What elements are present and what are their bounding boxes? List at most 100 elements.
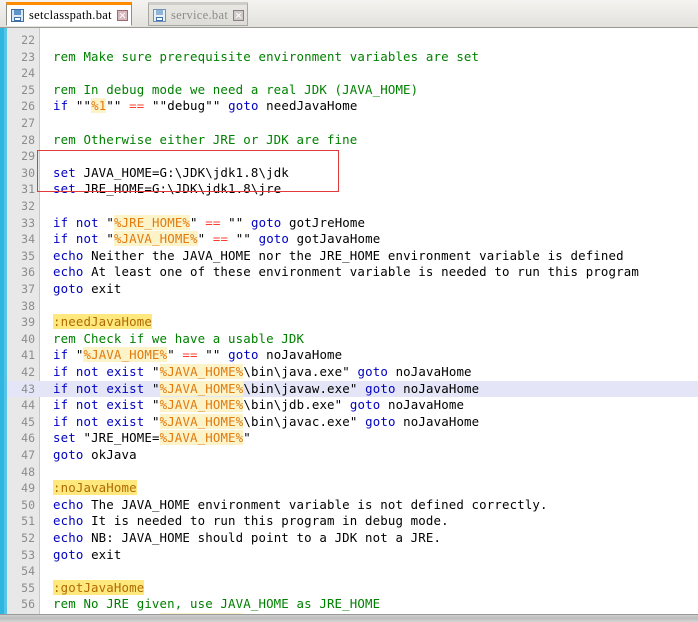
- code-line[interactable]: 35 echo Neither the JAVA_HOME nor the JRE…: [7, 248, 698, 265]
- code-line[interactable]: 29: [7, 148, 698, 165]
- code-line[interactable]: 52 echo NB: JAVA_HOME should point to a J…: [7, 530, 698, 547]
- code-line[interactable]: 47 goto okJava: [7, 447, 698, 464]
- code-line[interactable]: 43 if not exist "%JAVA_HOME%\bin\javaw.ex…: [7, 380, 698, 398]
- token-plain: ": [190, 214, 206, 230]
- token-kw: goto: [258, 231, 290, 247]
- token-kw: if: [53, 231, 69, 247]
- line-number: 26: [21, 99, 35, 114]
- code-text: echo At least one of these environment v…: [53, 264, 639, 281]
- code-line[interactable]: 51 echo It is needed to run this program …: [7, 513, 698, 530]
- token-op: ==: [205, 214, 221, 230]
- token-plain: noJavaHome: [387, 364, 472, 379]
- code-text: :needJavaHome: [53, 314, 152, 331]
- code-line[interactable]: 42 if not exist "%JAVA_HOME%\bin\java.exe…: [7, 364, 698, 381]
- code-line[interactable]: 44 if not exist "%JAVA_HOME%\bin\jdb.exe"…: [7, 397, 698, 414]
- code-line[interactable]: 56 rem No JRE given, use JAVA_HOME as JRE…: [7, 596, 698, 613]
- code-line[interactable]: 38: [7, 298, 698, 315]
- code-line[interactable]: 41 if "%JAVA_HOME%" == "" goto noJavaHome: [7, 347, 698, 364]
- code-editor[interactable]: 22 23 rem Make sure prerequisite environme…: [7, 28, 698, 614]
- code-line[interactable]: 45 if not exist "%JAVA_HOME%\bin\javac.ex…: [7, 413, 698, 431]
- code-line[interactable]: 25 rem In debug mode we need a real JDK (…: [7, 82, 698, 99]
- code-text: rem Check if we have a usable JDK: [53, 331, 304, 348]
- line-number: 45: [21, 414, 35, 429]
- token-kw: not: [75, 231, 99, 247]
- code-line[interactable]: 24: [7, 65, 698, 82]
- token-kw: goto: [228, 98, 259, 114]
- code-line[interactable]: 36 echo At least one of these environment…: [7, 264, 698, 281]
- token-kw: not: [75, 364, 99, 379]
- close-icon[interactable]: [233, 9, 245, 21]
- code-line[interactable]: 22: [7, 32, 698, 49]
- code-line[interactable]: 27: [7, 115, 698, 132]
- line-number: 32: [21, 199, 35, 213]
- token-plain: "": [68, 98, 92, 114]
- code-line[interactable]: 37 goto exit: [7, 281, 698, 298]
- token-kw: echo: [53, 496, 84, 512]
- code-line[interactable]: 55:gotJavaHome: [7, 579, 698, 597]
- horizontal-scrollbar[interactable]: [0, 614, 698, 622]
- token-kw: set: [53, 164, 76, 180]
- token-kw: goto: [228, 347, 259, 363]
- code-line[interactable]: 33 if not "%JRE_HOME%" == "" goto gotJreH…: [7, 214, 698, 232]
- tab-setclasspath-bat[interactable]: setclasspath.bat: [6, 2, 132, 26]
- code-line[interactable]: 46 set "JRE_HOME=%JAVA_HOME%": [7, 430, 698, 447]
- token-plain: "": [228, 231, 259, 247]
- token-plain: \bin\jdb.exe": [243, 397, 350, 413]
- token-kw: set: [53, 430, 76, 446]
- line-number: 53: [21, 547, 35, 562]
- line-number: 54: [21, 564, 35, 579]
- tab-service-bat[interactable]: service.bat: [148, 2, 249, 26]
- token-kw: echo: [53, 247, 84, 263]
- token-label: :needJavaHome: [53, 314, 152, 330]
- code-line[interactable]: 49:noJavaHome: [7, 480, 698, 497]
- code-text: :noJavaHome: [53, 480, 137, 497]
- code-line[interactable]: 34 if not "%JAVA_HOME%" == "" goto gotJav…: [7, 231, 698, 248]
- code-text: goto exit: [53, 281, 122, 298]
- line-number: 56: [21, 597, 35, 612]
- token-var: %1: [91, 98, 107, 114]
- token-plain: ": [144, 397, 160, 413]
- token-plain: okJava: [83, 447, 137, 462]
- line-number: 55: [21, 580, 35, 595]
- line-number: 31: [21, 182, 35, 197]
- code-text: if not "%JRE_HOME%" == "" goto gotJreHom…: [53, 214, 365, 232]
- token-label: :noJavaHome: [53, 480, 137, 496]
- code-text: echo The JAVA_HOME environment variable …: [53, 497, 548, 514]
- token-plain: NB: JAVA_HOME should point to a JDK not …: [83, 530, 442, 545]
- token-plain: \bin\javac.exe": [243, 413, 366, 429]
- code-line[interactable]: 30 set JAVA_HOME=G:\JDK\jdk1.8\jdk: [7, 165, 698, 182]
- token-kw: not: [75, 397, 99, 413]
- token-plain: ": [243, 430, 251, 446]
- close-icon[interactable]: [116, 9, 128, 21]
- line-number: 23: [21, 49, 35, 64]
- token-kw: exist: [106, 380, 145, 396]
- code-line[interactable]: 31 set JRE_HOME=G:\JDK\jdk1.8\jre: [7, 181, 698, 198]
- code-line[interactable]: 53 goto exit: [7, 547, 698, 564]
- token-kw: goto: [53, 546, 84, 562]
- token-kw: echo: [53, 530, 84, 545]
- code-line[interactable]: 28 rem Otherwise either JRE or JDK are fi…: [7, 132, 698, 149]
- code-line[interactable]: 40 rem Check if we have a usable JDK: [7, 331, 698, 348]
- token-kw: if: [53, 364, 69, 379]
- token-plain: ": [68, 347, 84, 363]
- token-plain: noJavaHome: [395, 380, 480, 396]
- code-line[interactable]: 50 echo The JAVA_HOME environment variabl…: [7, 497, 698, 514]
- code-line[interactable]: 39:needJavaHome: [7, 314, 698, 331]
- code-text: echo NB: JAVA_HOME should point to a JDK…: [53, 530, 441, 547]
- code-line[interactable]: 26 if ""%1"" == ""debug"" goto needJavaHo…: [7, 98, 698, 115]
- token-plain: JRE_HOME=G:\JDK\jdk1.8\jre: [75, 181, 282, 197]
- code-text: set JRE_HOME=G:\JDK\jdk1.8\jre: [53, 181, 281, 198]
- code-line[interactable]: 54: [7, 563, 698, 580]
- token-plain: "": [106, 98, 130, 114]
- token-plain: Neither the JAVA_HOME nor the JRE_HOME e…: [83, 247, 624, 263]
- code-line[interactable]: 48: [7, 464, 698, 481]
- token-var: %JAVA_HOME%: [159, 430, 244, 446]
- code-line[interactable]: 23 rem Make sure prerequisite environment…: [7, 49, 698, 66]
- tab-bar: setclasspath.bat service.bat: [0, 0, 698, 28]
- code-text: echo It is needed to run this program in…: [53, 513, 449, 530]
- code-line[interactable]: 32: [7, 198, 698, 215]
